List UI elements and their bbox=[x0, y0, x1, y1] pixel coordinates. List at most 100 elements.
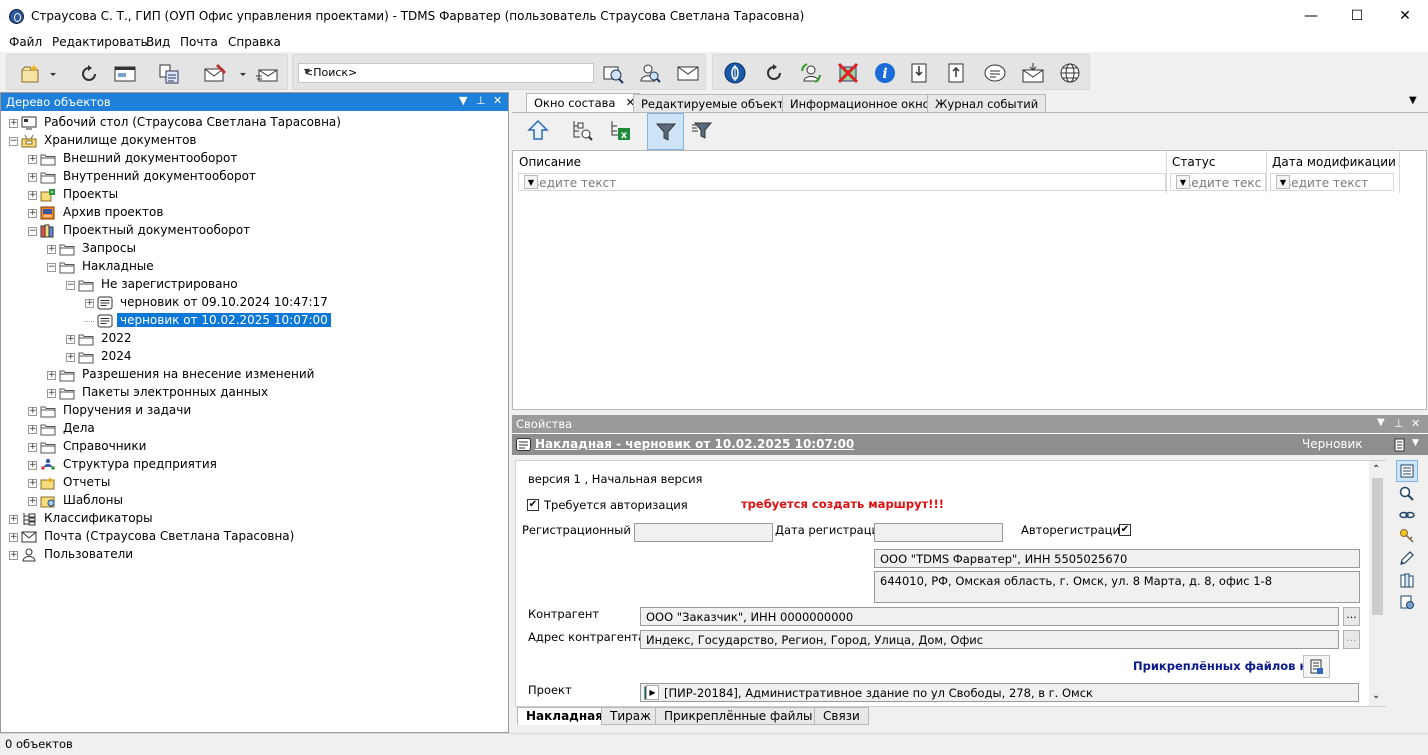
tree-item[interactable]: + Классификаторы bbox=[1, 510, 501, 528]
expand-icon[interactable]: + bbox=[9, 515, 18, 524]
column-description[interactable]: Описание bbox=[519, 155, 581, 169]
tree-item[interactable]: + Разрешения на внесение изменений bbox=[1, 366, 501, 384]
object-title-link[interactable]: Накладная - черновик от 10.02.2025 10:07… bbox=[535, 437, 854, 451]
sync-users-icon[interactable] bbox=[799, 61, 823, 85]
project-expand-icon[interactable]: ▶ bbox=[646, 685, 659, 700]
tree-item[interactable]: + Архив проектов bbox=[1, 204, 501, 222]
tree-item[interactable]: черновик от 10.02.2025 10:07:00 bbox=[1, 312, 501, 330]
expand-icon[interactable]: + bbox=[47, 389, 56, 398]
compose-message-icon[interactable] bbox=[203, 62, 227, 86]
expand-icon[interactable]: + bbox=[47, 371, 56, 380]
chevron-down-icon[interactable]: ▼ bbox=[1176, 175, 1190, 189]
expand-icon[interactable]: + bbox=[28, 173, 37, 182]
tree-item[interactable]: +2024 bbox=[1, 348, 501, 366]
tab-info-window[interactable]: Информационное окно bbox=[782, 94, 938, 112]
new-object-dropdown-icon[interactable] bbox=[47, 62, 59, 86]
expand-icon[interactable]: + bbox=[28, 461, 37, 470]
filter-toggle-button[interactable] bbox=[647, 113, 684, 150]
tree-item[interactable]: + Поручения и задачи bbox=[1, 402, 501, 420]
date-filter-input[interactable]: Введите текст ▼ bbox=[1270, 173, 1394, 191]
link-icon[interactable] bbox=[1399, 508, 1415, 522]
menu-mail[interactable]: Почта bbox=[180, 35, 218, 49]
tree-item[interactable]: + Проекты bbox=[1, 186, 501, 204]
expand-icon[interactable]: + bbox=[47, 245, 56, 254]
expand-icon[interactable]: + bbox=[28, 407, 37, 416]
tree-item[interactable]: + Внешний документооборот bbox=[1, 150, 501, 168]
export-excel-icon[interactable]: x bbox=[608, 118, 632, 142]
expand-icon[interactable]: + bbox=[28, 155, 37, 164]
description-filter-input[interactable]: Введите текст ▼ bbox=[518, 173, 1166, 191]
refresh-icon[interactable] bbox=[77, 62, 101, 86]
tree-item[interactable]: +2022 bbox=[1, 330, 501, 348]
project-field[interactable]: [ПИР-20184], Административное здание по … bbox=[640, 683, 1359, 702]
expand-icon[interactable]: + bbox=[66, 335, 75, 344]
pencil-icon[interactable] bbox=[1399, 550, 1415, 566]
tree-item[interactable]: + Пользователи bbox=[1, 546, 501, 564]
expand-icon[interactable]: + bbox=[9, 119, 18, 128]
tree-search-icon[interactable] bbox=[570, 118, 594, 142]
chevron-down-icon[interactable]: ▼ bbox=[1412, 438, 1419, 448]
tree-item[interactable]: + Почта (Страусова Светлана Тарасовна) bbox=[1, 528, 501, 546]
expand-icon[interactable]: + bbox=[9, 533, 18, 542]
panel-menu-icon[interactable]: ▼ bbox=[1377, 417, 1385, 428]
inbox-icon[interactable] bbox=[1021, 61, 1045, 85]
auto-reg-checkbox[interactable]: ✔ bbox=[1119, 524, 1131, 536]
tree-item[interactable]: + Отчеты bbox=[1, 474, 501, 492]
tabs-overflow-icon[interactable]: ▼ bbox=[1409, 95, 1417, 106]
minimize-button[interactable]: — bbox=[1288, 0, 1334, 32]
tree-item[interactable]: + Пакеты электронных данных bbox=[1, 384, 501, 402]
tree-item[interactable]: − Проектный документооборот bbox=[1, 222, 501, 240]
organization-address-field[interactable]: 644010, РФ, Омская область, г. Омск, ул.… bbox=[874, 571, 1360, 603]
status-filter-input[interactable]: Введите текс ▼ bbox=[1170, 173, 1266, 191]
settings-document-icon[interactable] bbox=[1399, 594, 1415, 610]
pin-icon[interactable]: ⊥ bbox=[1394, 417, 1404, 430]
expand-icon[interactable]: + bbox=[28, 497, 37, 506]
tree-item[interactable]: − Хранилище документов bbox=[1, 132, 501, 150]
expand-icon[interactable]: + bbox=[85, 299, 94, 308]
counterparty-address-field[interactable]: Индекс, Государство, Регион, Город, Улиц… bbox=[640, 630, 1339, 649]
counterparty-select-button[interactable]: ... bbox=[1343, 607, 1360, 626]
tree-item[interactable]: + Запросы bbox=[1, 240, 501, 258]
key-icon[interactable] bbox=[1399, 528, 1415, 544]
scroll-down-icon[interactable]: ⌄ bbox=[1372, 690, 1380, 701]
delete-structure-icon[interactable] bbox=[836, 61, 860, 85]
counterparty-address-button[interactable]: ... bbox=[1343, 630, 1360, 649]
close-button[interactable]: ✕ bbox=[1382, 0, 1428, 32]
reload-icon[interactable] bbox=[762, 61, 786, 85]
compose-dropdown-icon[interactable] bbox=[237, 62, 249, 86]
object-menu-icon[interactable] bbox=[1394, 438, 1406, 452]
tab-edited-objects[interactable]: Редактируемые объекты bbox=[633, 94, 801, 112]
tdms-logo-icon[interactable] bbox=[723, 61, 747, 85]
new-object-icon[interactable] bbox=[19, 62, 43, 86]
organization-field[interactable]: ООО "TDMS Фарватер", ИНН 5505025670 bbox=[874, 549, 1360, 568]
menu-help[interactable]: Справка bbox=[228, 35, 281, 49]
column-status[interactable]: Статус bbox=[1172, 155, 1215, 169]
panel-close-icon[interactable]: ✕ bbox=[493, 94, 502, 107]
pin-icon[interactable]: ⊥ bbox=[476, 94, 486, 107]
info-icon[interactable]: i bbox=[873, 61, 897, 85]
reg-number-field[interactable] bbox=[634, 523, 773, 542]
panel-menu-icon[interactable]: ▼ bbox=[459, 94, 467, 107]
attach-file-button[interactable] bbox=[1303, 655, 1330, 678]
web-globe-icon[interactable] bbox=[1058, 61, 1082, 85]
go-up-icon[interactable] bbox=[526, 118, 550, 142]
scrollbar-thumb[interactable] bbox=[1372, 478, 1383, 615]
books-icon[interactable] bbox=[1399, 572, 1415, 588]
reg-date-field[interactable] bbox=[874, 523, 1003, 542]
search-input[interactable]: <Поиск> ▼ bbox=[298, 63, 594, 83]
counterparty-field[interactable]: ООО "Заказчик", ИНН 0000000000 bbox=[640, 607, 1339, 626]
tab-invoice[interactable]: Накладная bbox=[517, 707, 612, 725]
tree-item[interactable]: − Не зарегистрировано bbox=[1, 276, 501, 294]
tree-item[interactable]: + Рабочий стол (Страусова Светлана Тарасо… bbox=[1, 114, 501, 132]
expand-icon[interactable]: + bbox=[28, 479, 37, 488]
menu-file[interactable]: Файл bbox=[9, 35, 42, 49]
magnifier-icon[interactable] bbox=[1399, 486, 1415, 502]
maximize-button[interactable]: ☐ bbox=[1334, 0, 1380, 32]
tree-item[interactable]: + Внутренний документооборот bbox=[1, 168, 501, 186]
menu-edit[interactable]: Редактировать bbox=[52, 35, 148, 49]
tab-event-log[interactable]: Журнал событий bbox=[927, 94, 1047, 112]
column-modified-date[interactable]: Дата модификации bbox=[1272, 155, 1396, 169]
tab-links[interactable]: Связи bbox=[814, 707, 869, 725]
tree-item[interactable]: + Шаблоны bbox=[1, 492, 501, 510]
expand-icon[interactable]: + bbox=[9, 551, 18, 560]
